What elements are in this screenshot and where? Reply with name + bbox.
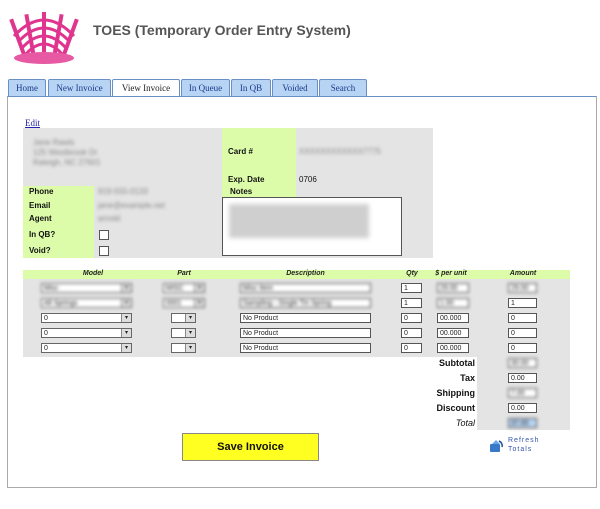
price-field[interactable]: 1.00 (437, 298, 469, 308)
qty-field[interactable]: 1 (401, 298, 422, 308)
exp-date-label: Exp. Date (228, 175, 265, 184)
notes-textarea[interactable] (222, 197, 402, 256)
app-title: TOES (Temporary Order Entry System) (93, 22, 351, 38)
email-label: Email (29, 201, 51, 210)
table-row: Misc ▾ MISC ▾ Misc Item 1 29.00 29.00 (0, 283, 600, 295)
model-select[interactable]: 0 ▾ (41, 343, 132, 353)
model-column-header: Model (82, 270, 104, 277)
table-row: 0 ▾ ▾ No Product 0 00.000 0 (0, 328, 600, 340)
total-label: Total (455, 418, 475, 428)
exp-date-value: 0706 (299, 175, 317, 184)
shipping-label: Shipping (436, 388, 476, 398)
qty-field[interactable]: 0 (401, 313, 422, 323)
agent-label: Agent (29, 214, 52, 223)
save-invoice-button[interactable]: Save Invoice (182, 433, 319, 461)
price-column-header: $ per unit (435, 270, 467, 277)
tax-label: Tax (460, 373, 475, 383)
qty-field[interactable]: 1 (401, 283, 422, 293)
edit-link[interactable]: Edit (25, 118, 40, 128)
model-select[interactable]: 0 ▾ (41, 313, 132, 323)
agent-value: arnold (98, 214, 121, 223)
refresh-totals-line1: Refresh (508, 437, 540, 444)
price-field[interactable]: 00.000 (437, 313, 469, 323)
tab-home[interactable]: Home (8, 79, 46, 96)
part-select[interactable]: ▾ (171, 328, 196, 338)
description-field[interactable]: No Product (240, 343, 371, 353)
amount-field[interactable]: 0 (508, 328, 537, 338)
total-field: 37.00 (508, 418, 537, 428)
part-select[interactable]: MISC ▾ (163, 283, 205, 293)
table-row: 0 ▾ ▾ No Product 0 00.000 0 (0, 343, 600, 355)
void-checkbox[interactable] (99, 246, 109, 256)
in-qb-label: In QB? (29, 230, 56, 239)
shipping-field[interactable]: 7.00 (508, 388, 537, 398)
tab-new-invoice[interactable]: New Invoice (48, 79, 111, 96)
subtotal-label: Subtotal (439, 358, 475, 368)
discount-label: Discount (436, 403, 475, 413)
refresh-icon (489, 439, 503, 453)
discount-field[interactable]: 0.00 (508, 403, 537, 413)
amount-field[interactable]: 0 (508, 343, 537, 353)
refresh-totals-line2: Totals (508, 446, 533, 453)
tab-voided[interactable]: Voided (272, 79, 318, 96)
subtotal-field: 30.00 (508, 358, 537, 368)
customer-address: Jane Rawls 125 Westbrook Dr Raleigh, NC … (33, 138, 101, 168)
address-line: 125 Westbrook Dr (33, 148, 98, 157)
tab-in-queue[interactable]: In Queue (181, 79, 230, 96)
amount-column-header: Amount (509, 270, 537, 277)
table-row: 0 ▾ ▾ No Product 0 00.000 0 (0, 313, 600, 325)
address-line: Jane Rawls (33, 138, 75, 147)
description-field[interactable]: Sampling - Single Tin Spring (240, 298, 371, 308)
amount-field[interactable]: 29.00 (508, 283, 537, 293)
part-select[interactable]: ▾ (171, 343, 196, 353)
part-column-header: Part (177, 270, 191, 277)
in-qb-checkbox[interactable] (99, 230, 109, 240)
model-select[interactable]: All Springs ▾ (41, 298, 132, 308)
amount-field[interactable]: 1 (508, 298, 537, 308)
tab-view-invoice[interactable]: View Invoice (112, 79, 180, 97)
phone-value: 919-555-0133 (98, 187, 148, 196)
toes-logo (8, 8, 80, 66)
description-field[interactable]: Misc Item (240, 283, 371, 293)
qty-field[interactable]: 0 (401, 328, 422, 338)
table-row: All Springs ▾ 0001 ▾ Sampling - Single Tin… (0, 298, 600, 310)
part-select[interactable]: 0001 ▾ (163, 298, 205, 308)
price-field[interactable]: 29.00 (437, 283, 469, 293)
price-field[interactable]: 00.000 (437, 328, 469, 338)
model-select[interactable]: 0 ▾ (41, 328, 132, 338)
model-select[interactable]: Misc ▾ (41, 283, 132, 293)
tab-search[interactable]: Search (319, 79, 367, 96)
phone-label: Phone (29, 187, 54, 196)
notes-label: Notes (230, 187, 253, 196)
tab-in-qb[interactable]: In QB (231, 79, 271, 96)
refresh-totals-button[interactable]: Refresh Totals (489, 437, 549, 457)
address-line: Raleigh, NC 27601 (33, 158, 101, 167)
tax-field[interactable]: 0.00 (508, 373, 537, 383)
qty-column-header: Qty (406, 270, 418, 277)
card-number-value: XXXXXXXXXXXX7775 (299, 147, 381, 156)
void-label: Void? (29, 246, 51, 255)
email-value: jane@example.net (98, 201, 165, 210)
qty-field[interactable]: 0 (401, 343, 422, 353)
description-column-header: Description (286, 270, 325, 277)
price-field[interactable]: 00.000 (437, 343, 469, 353)
amount-field[interactable]: 0 (508, 313, 537, 323)
description-field[interactable]: No Product (240, 328, 371, 338)
part-select[interactable]: ▾ (171, 313, 196, 323)
description-field[interactable]: No Product (240, 313, 371, 323)
card-number-label: Card # (228, 147, 253, 156)
